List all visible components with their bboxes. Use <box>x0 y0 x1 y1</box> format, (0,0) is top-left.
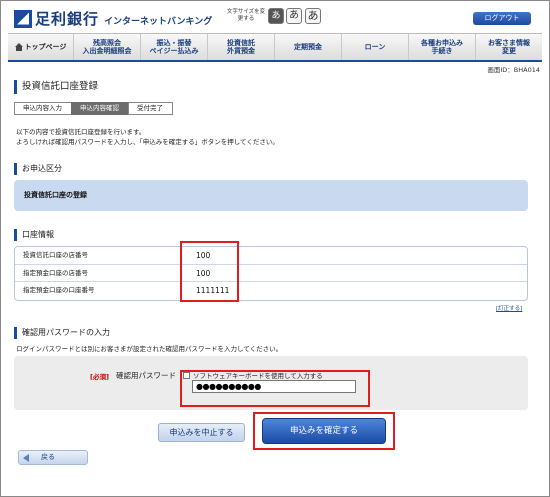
password-label: 確認用パスワード <box>116 371 176 380</box>
font-size-large-button[interactable]: あ <box>305 8 321 24</box>
back-button[interactable]: 戻る <box>18 450 88 465</box>
bank-logo-icon <box>14 9 32 28</box>
step-confirm: 申込内容確認 <box>71 102 129 115</box>
table-row: 指定預金口座の口座番号 1111111 <box>15 282 527 300</box>
font-size-medium-button[interactable]: あ <box>286 8 302 24</box>
page-title: 投資信託口座登録 <box>14 80 534 94</box>
row-label: 投資信託口座の店番号 <box>23 251 88 259</box>
table-row: 指定預金口座の店番号 100 <box>15 265 527 282</box>
correct-link[interactable]: [訂正する] <box>496 304 522 312</box>
password-heading: 確認用パスワードの入力 <box>14 327 534 339</box>
screen-id: 画面ID：BHA014 <box>487 66 540 74</box>
bank-name: 足利銀行 <box>35 10 100 28</box>
font-size-small-button[interactable]: あ <box>268 8 284 24</box>
progress-steps: 申込内容入力 申込内容確認 受付完了 <box>14 102 173 115</box>
bank-logo[interactable]: 足利銀行 インターネットバンキング <box>14 8 212 29</box>
table-row: 投資信託口座の店番号 100 <box>15 247 527 265</box>
account-heading: 口座情報 <box>14 229 534 241</box>
step-complete: 受付完了 <box>128 102 173 115</box>
logout-button[interactable]: ログアウト <box>473 12 531 25</box>
account-table: 投資信託口座の店番号 100 指定預金口座の店番号 100 指定預金口座の口座番… <box>14 246 528 301</box>
password-highlight <box>180 370 370 407</box>
password-description: ログインパスワードとは別にお客さまが設定された確認用パスワードを入力してください… <box>16 345 283 353</box>
nav-item-transfer[interactable]: 振込・振替 ペイジー払込み <box>141 34 208 60</box>
step-input: 申込内容入力 <box>14 102 72 115</box>
required-badge: [必須] <box>90 373 109 381</box>
row-label: 指定預金口座の店番号 <box>23 268 88 277</box>
row-label: 指定預金口座の口座番号 <box>23 286 95 294</box>
application-type-value: 投資信託口座の登録 <box>14 180 528 211</box>
global-nav: トップページ 残高照会 入出金明細照会 振込・振替 ペイジー払込み 投資信託 外… <box>8 33 542 62</box>
intro-line-1: 以下の内容で投資信託口座登録を行います。 <box>16 128 146 136</box>
cancel-application-button[interactable]: 申込みを中止する <box>158 423 245 442</box>
nav-item-investment[interactable]: 投資信託 外貨預金 <box>208 34 275 60</box>
nav-item-loan[interactable]: ローン <box>342 34 409 60</box>
application-heading: お申込区分 <box>14 163 534 175</box>
nav-item-applications[interactable]: 各種お申込み 手続き <box>409 34 476 60</box>
service-name: インターネットバンキング <box>104 17 213 27</box>
intro-line-2: よろしければ確認用パスワードを入力し、「申込みを確定する」ボタンを押してください… <box>16 138 279 146</box>
font-size-label: 文字サイズを変更する <box>226 9 266 22</box>
nav-item-label: トップページ <box>24 43 67 51</box>
back-button-label: 戻る <box>41 453 55 461</box>
nav-item-balance[interactable]: 残高照会 入出金明細照会 <box>74 34 141 60</box>
confirm-button-highlight <box>253 412 395 450</box>
intro-text: 以下の内容で投資信託口座登録を行います。 よろしければ確認用パスワードを入力し、… <box>16 127 279 147</box>
nav-item-time-deposit[interactable]: 定期預金 <box>275 34 342 60</box>
back-arrow-icon <box>23 454 29 462</box>
home-icon <box>14 43 23 51</box>
nav-item-top[interactable]: トップページ <box>8 34 74 60</box>
account-values-highlight <box>180 241 239 302</box>
nav-item-customer-info[interactable]: お客さま情報 変更 <box>476 34 542 60</box>
